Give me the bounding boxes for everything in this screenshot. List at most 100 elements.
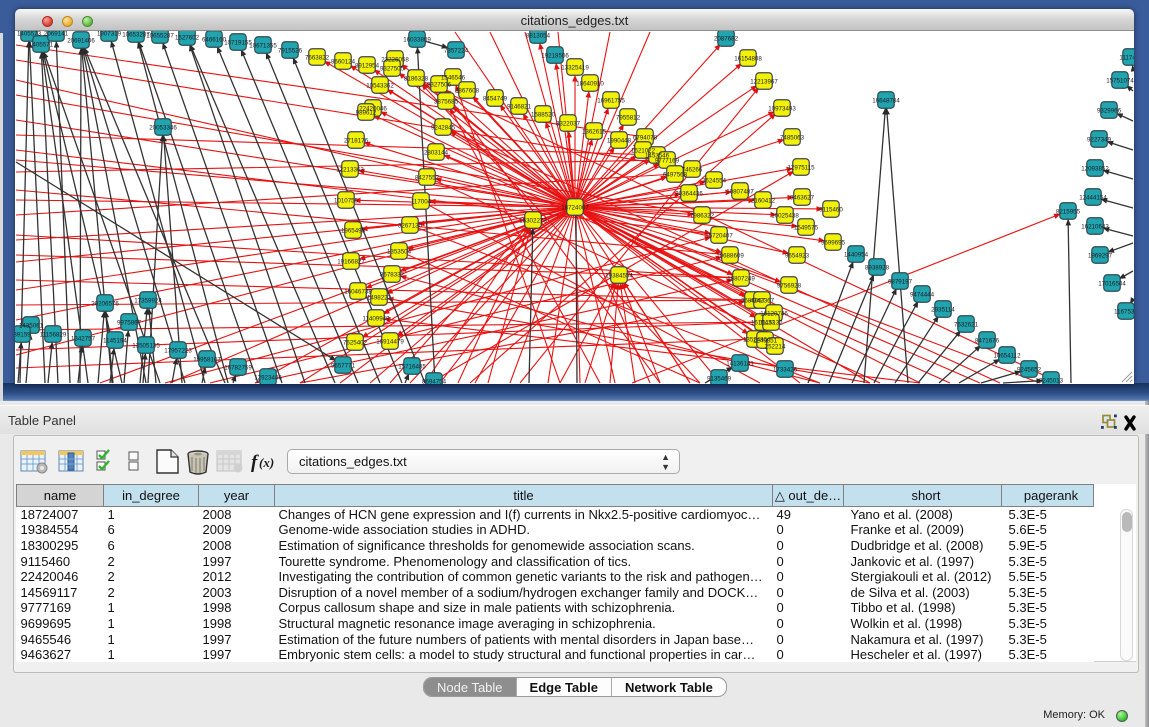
- svg-text:16648784: 16648784: [872, 97, 900, 104]
- svg-text:12444154: 12444154: [1079, 194, 1107, 201]
- svg-text:7955812: 7955812: [616, 114, 641, 121]
- svg-text:10543362: 10543362: [366, 82, 394, 89]
- svg-text:10655287: 10655287: [146, 32, 174, 39]
- svg-text:23226058: 23226058: [381, 56, 409, 63]
- svg-text:9699695: 9699695: [821, 239, 846, 246]
- svg-text:7485063: 7485063: [780, 134, 805, 141]
- svg-text:2803144: 2803144: [424, 149, 449, 156]
- svg-text:19166827: 19166827: [337, 258, 365, 265]
- svg-text:1115132: 1115132: [759, 319, 783, 326]
- svg-text:8938928: 8938928: [865, 264, 890, 271]
- svg-text:20364436: 20364436: [675, 190, 703, 197]
- svg-text:17359924: 17359924: [134, 297, 162, 304]
- svg-text:6794078: 6794078: [633, 134, 658, 141]
- svg-text:7663822: 7663822: [305, 54, 330, 61]
- svg-text:(x): (x): [259, 455, 274, 470]
- svg-text:13325419: 13325419: [561, 64, 589, 71]
- svg-text:8186328: 8186328: [404, 75, 429, 82]
- svg-text:6497568: 6497568: [663, 171, 688, 178]
- svg-text:9777169: 9777169: [655, 157, 680, 164]
- svg-text:18807249: 18807249: [727, 275, 755, 282]
- svg-text:19218506: 19218506: [541, 52, 569, 59]
- svg-text:17957223: 17957223: [164, 347, 192, 354]
- svg-text:8427552: 8427552: [415, 174, 440, 181]
- svg-text:2087682: 2087682: [714, 35, 739, 42]
- svg-text:8215955: 8215955: [1056, 208, 1081, 215]
- svg-text:9227349: 9227349: [1087, 136, 1112, 143]
- svg-text:f: f: [251, 452, 259, 473]
- svg-text:9329966: 9329966: [1097, 107, 1122, 114]
- svg-text:14136141: 14136141: [726, 360, 754, 367]
- svg-text:1010755: 1010755: [334, 197, 359, 204]
- svg-text:12213363: 12213363: [336, 166, 364, 173]
- svg-text:8813054: 8813054: [526, 32, 551, 39]
- svg-text:7915526: 7915526: [278, 47, 303, 54]
- svg-text:12093852: 12093852: [1081, 165, 1109, 172]
- svg-text:9135469: 9135469: [707, 375, 732, 382]
- svg-text:16033809: 16033809: [403, 36, 431, 43]
- svg-text:10688609: 10688609: [716, 252, 744, 259]
- svg-text:1405571: 1405571: [29, 41, 54, 48]
- svg-text:1965498: 1965498: [341, 227, 366, 234]
- svg-text:1546546: 1546546: [441, 74, 466, 81]
- svg-text:2069141: 2069141: [44, 31, 69, 37]
- svg-text:16120746: 16120746: [760, 310, 788, 317]
- svg-text:18724007: 18724007: [561, 204, 589, 211]
- svg-text:1549575: 1549575: [794, 224, 819, 231]
- svg-text:20206576: 20206576: [91, 300, 119, 307]
- svg-text:16210643: 16210643: [1081, 223, 1109, 230]
- svg-text:989612: 989612: [356, 109, 377, 116]
- svg-text:15716485: 15716485: [398, 363, 426, 370]
- svg-text:9115460: 9115460: [819, 206, 843, 213]
- svg-text:13505135: 13505135: [132, 342, 160, 349]
- svg-text:7986322: 7986322: [690, 212, 715, 219]
- svg-text:8471676: 8471676: [975, 337, 1000, 344]
- svg-text:6466160: 6466160: [202, 36, 227, 43]
- svg-text:6879197: 6879197: [888, 278, 913, 285]
- svg-text:16961755: 16961755: [597, 97, 625, 104]
- svg-text:3624554: 3624554: [702, 177, 727, 184]
- svg-text:8678332: 8678332: [380, 271, 405, 278]
- svg-text:1498222: 1498222: [367, 294, 392, 301]
- svg-text:8322037: 8322037: [556, 120, 581, 127]
- svg-text:8912954: 8912954: [355, 62, 380, 69]
- svg-text:16782759: 16782759: [224, 364, 252, 371]
- svg-text:3875685: 3875685: [434, 98, 459, 105]
- svg-text:7632621: 7632621: [954, 321, 979, 328]
- svg-text:1362615: 1362615: [582, 128, 607, 135]
- svg-text:10654112: 10654112: [993, 352, 1021, 359]
- svg-text:16914479: 16914479: [376, 338, 404, 345]
- svg-text:12213967: 12213967: [750, 78, 778, 85]
- svg-text:39159: 39159: [15, 331, 31, 338]
- svg-text:1342757: 1342757: [71, 335, 96, 342]
- svg-text:7625402: 7625402: [343, 339, 368, 346]
- svg-text:9654923: 9654923: [785, 252, 810, 259]
- svg-text:2160412: 2160412: [751, 197, 776, 204]
- svg-text:1907319: 1907319: [97, 31, 122, 37]
- svg-text:1527602: 1527602: [175, 34, 200, 41]
- svg-text:117004: 117004: [411, 198, 432, 205]
- svg-text:19384554: 19384554: [605, 272, 633, 279]
- svg-text:20691406: 20691406: [67, 37, 95, 44]
- svg-text:9463627: 9463627: [790, 194, 815, 201]
- svg-text:1990448: 1990448: [607, 137, 632, 144]
- svg-text:9245013: 9245013: [1039, 377, 1064, 384]
- svg-text:10025438: 10025438: [771, 212, 799, 219]
- svg-text:8694754: 8694754: [422, 378, 447, 384]
- svg-text:1733426: 1733426: [773, 366, 798, 373]
- svg-text:9327505: 9327505: [380, 65, 405, 72]
- svg-text:9146821: 9146821: [507, 103, 532, 110]
- svg-text:7357224: 7357224: [444, 47, 469, 54]
- svg-text:8454749: 8454749: [483, 95, 508, 102]
- svg-text:10671355: 10671355: [249, 42, 277, 49]
- svg-text:12975115: 12975115: [787, 164, 815, 171]
- svg-text:16154808: 16154808: [734, 55, 762, 62]
- svg-text:9474444: 9474444: [910, 291, 935, 298]
- svg-text:18640910: 18640910: [576, 80, 604, 87]
- svg-text:9245652: 9245652: [1017, 366, 1042, 373]
- svg-text:17016504: 17016504: [1098, 280, 1126, 287]
- svg-text:15720407: 15720407: [705, 232, 733, 239]
- svg-text:3267130: 3267130: [398, 222, 423, 229]
- svg-text:1145194: 1145194: [103, 337, 127, 344]
- svg-text:12923446: 12923446: [254, 374, 282, 381]
